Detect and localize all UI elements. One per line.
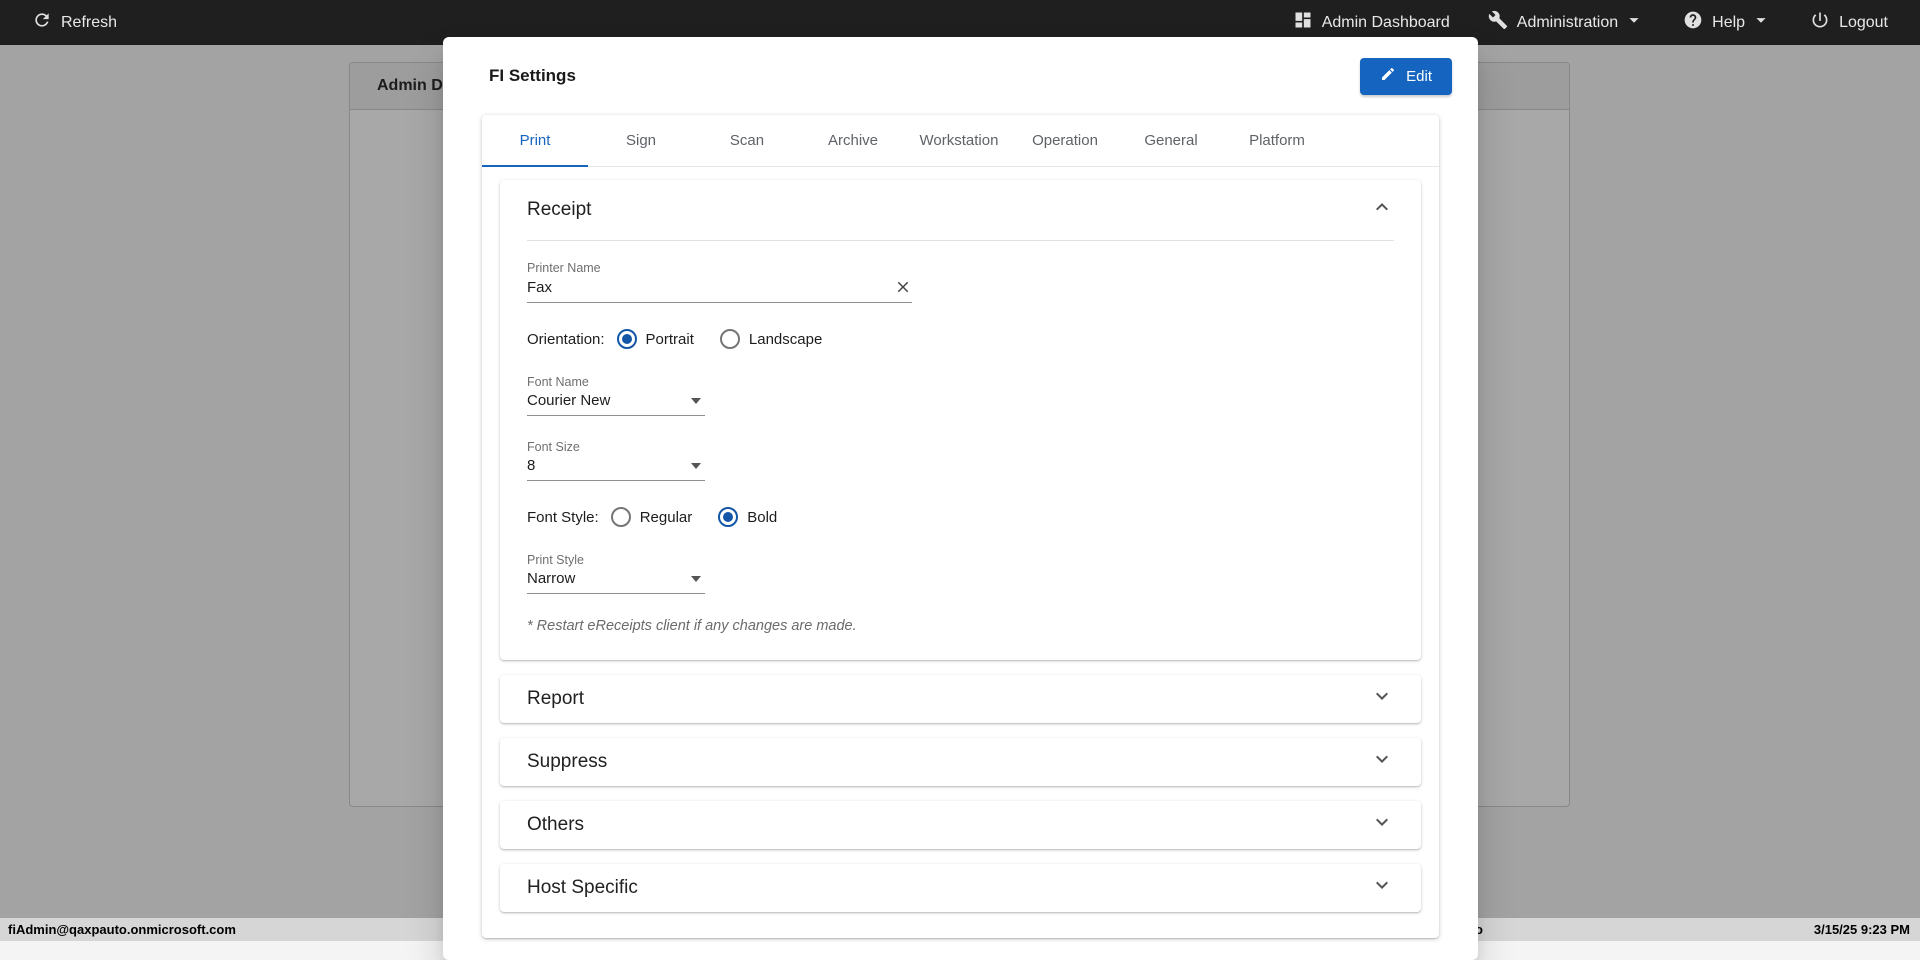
font-name-select[interactable]: Courier New <box>527 392 705 416</box>
font-name-label: Font Name <box>527 375 1394 389</box>
restart-note: * Restart eReceipts client if any change… <box>527 618 1394 634</box>
receipt-accordion: Receipt Printer Name Fax Orientation: <box>500 180 1421 660</box>
status-user: fiAdmin@qaxpauto.onmicrosoft.com <box>8 922 236 937</box>
dropdown-caret-icon <box>691 576 701 582</box>
font-style-group: Font Style: Regular Bold <box>527 507 1394 527</box>
host-specific-section-title: Host Specific <box>527 877 638 899</box>
font-style-regular-label: Regular <box>640 509 693 526</box>
chevron-down-icon <box>1370 747 1394 777</box>
suppress-accordion-header[interactable]: Suppress <box>500 738 1421 786</box>
font-style-label: Font Style: <box>527 509 599 526</box>
chevron-up-icon <box>1370 195 1394 225</box>
help-icon <box>1683 10 1703 35</box>
report-accordion: Report <box>500 675 1421 723</box>
radio-selected-icon <box>617 329 637 349</box>
orientation-landscape-radio[interactable]: Landscape <box>720 329 822 349</box>
print-style-value: Narrow <box>527 570 575 587</box>
orientation-group: Orientation: Portrait Landscape <box>527 329 1394 349</box>
chevron-down-icon <box>1370 873 1394 903</box>
suppress-accordion: Suppress <box>500 738 1421 786</box>
printer-name-value: Fax <box>527 279 552 296</box>
fi-settings-dialog: FI Settings Edit Print Sign Scan Archive… <box>443 37 1478 960</box>
chevron-down-icon <box>1627 9 1645 36</box>
others-accordion: Others <box>500 801 1421 849</box>
font-name-value: Courier New <box>527 392 610 409</box>
status-datetime: 3/15/25 9:23 PM <box>1814 922 1910 937</box>
receipt-accordion-header[interactable]: Receipt <box>500 180 1421 240</box>
orientation-portrait-label: Portrait <box>646 331 694 348</box>
dialog-header: FI Settings Edit <box>443 37 1478 115</box>
admin-dashboard-nav[interactable]: Admin Dashboard <box>1293 10 1450 35</box>
tab-general[interactable]: General <box>1118 115 1224 166</box>
clear-icon[interactable] <box>894 278 912 296</box>
font-style-bold-radio[interactable]: Bold <box>718 507 777 527</box>
pencil-icon <box>1380 66 1396 86</box>
settings-tabs: Print Sign Scan Archive Workstation Oper… <box>482 115 1439 167</box>
print-style-field: Print Style Narrow <box>527 553 1394 594</box>
settings-panel: Print Sign Scan Archive Workstation Oper… <box>482 115 1439 938</box>
dropdown-caret-icon <box>691 463 701 469</box>
host-specific-accordion: Host Specific <box>500 864 1421 912</box>
print-style-select[interactable]: Narrow <box>527 570 705 594</box>
font-size-value: 8 <box>527 457 535 474</box>
printer-name-input[interactable]: Fax <box>527 278 912 303</box>
dropdown-caret-icon <box>691 398 701 404</box>
tab-workstation[interactable]: Workstation <box>906 115 1012 166</box>
font-size-label: Font Size <box>527 440 1394 454</box>
tab-operation[interactable]: Operation <box>1012 115 1118 166</box>
font-style-regular-radio[interactable]: Regular <box>611 507 693 527</box>
help-label: Help <box>1712 14 1745 32</box>
radio-unselected-icon <box>720 329 740 349</box>
chevron-down-icon <box>1370 810 1394 840</box>
printer-name-field: Printer Name Fax <box>527 261 1394 303</box>
power-icon <box>1810 10 1830 35</box>
logout-label: Logout <box>1839 14 1888 32</box>
orientation-landscape-label: Landscape <box>749 331 822 348</box>
tab-scan[interactable]: Scan <box>694 115 800 166</box>
tab-archive[interactable]: Archive <box>800 115 906 166</box>
radio-selected-icon <box>718 507 738 527</box>
font-size-field: Font Size 8 <box>527 440 1394 481</box>
wrench-icon <box>1488 10 1508 35</box>
edit-button-label: Edit <box>1406 68 1432 85</box>
suppress-section-title: Suppress <box>527 751 607 773</box>
font-size-select[interactable]: 8 <box>527 457 705 481</box>
chevron-down-icon <box>1370 684 1394 714</box>
chevron-down-icon <box>1754 9 1772 36</box>
print-style-label: Print Style <box>527 553 1394 567</box>
others-section-title: Others <box>527 814 584 836</box>
admin-dashboard-label: Admin Dashboard <box>1322 14 1450 32</box>
tab-print[interactable]: Print <box>482 115 588 166</box>
refresh-icon <box>32 10 52 35</box>
orientation-portrait-radio[interactable]: Portrait <box>617 329 694 349</box>
administration-label: Administration <box>1517 14 1618 32</box>
report-section-title: Report <box>527 688 584 710</box>
logout-button[interactable]: Logout <box>1810 10 1888 35</box>
receipt-section-content: Printer Name Fax Orientation: Portrait L… <box>500 241 1421 660</box>
dashboard-grid-icon <box>1293 10 1313 35</box>
font-style-bold-label: Bold <box>747 509 777 526</box>
refresh-button[interactable]: Refresh <box>32 10 117 35</box>
font-name-field: Font Name Courier New <box>527 375 1394 416</box>
report-accordion-header[interactable]: Report <box>500 675 1421 723</box>
orientation-label: Orientation: <box>527 331 605 348</box>
printer-name-label: Printer Name <box>527 261 1394 275</box>
tab-sign[interactable]: Sign <box>588 115 694 166</box>
administration-menu[interactable]: Administration <box>1488 9 1645 36</box>
help-menu[interactable]: Help <box>1683 9 1772 36</box>
others-accordion-header[interactable]: Others <box>500 801 1421 849</box>
refresh-label: Refresh <box>61 14 117 32</box>
edit-button[interactable]: Edit <box>1360 58 1452 95</box>
tab-platform[interactable]: Platform <box>1224 115 1330 166</box>
receipt-section-title: Receipt <box>527 199 591 221</box>
host-specific-accordion-header[interactable]: Host Specific <box>500 864 1421 912</box>
radio-unselected-icon <box>611 507 631 527</box>
dialog-title: FI Settings <box>489 66 576 86</box>
